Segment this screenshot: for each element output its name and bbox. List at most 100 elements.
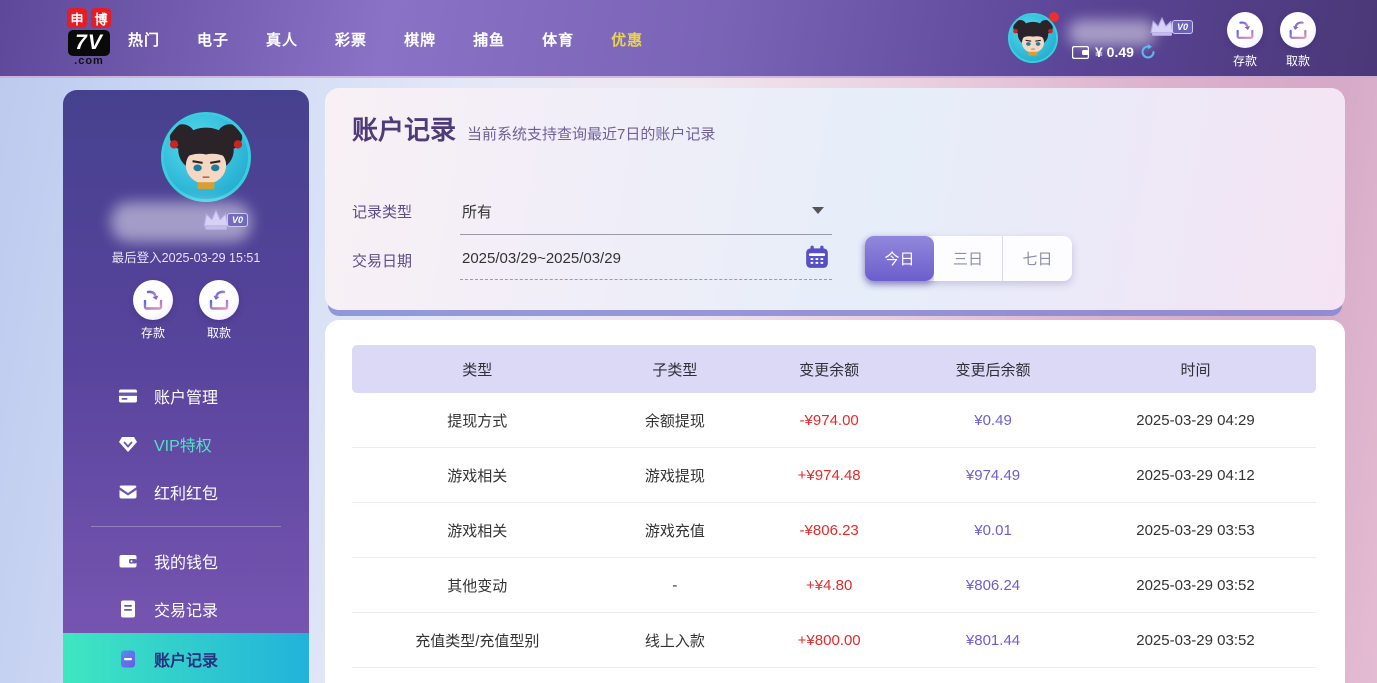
page-header: 账户记录 当前系统支持查询最近7日的账户记录 bbox=[352, 110, 715, 147]
cell-type: 游戏相关 bbox=[352, 465, 603, 486]
nav-item-lottery[interactable]: 彩票 bbox=[335, 29, 367, 50]
date-range-value: 2025/03/29~2025/03/29 bbox=[462, 250, 621, 267]
nav-item-promos[interactable]: 优惠 bbox=[611, 29, 643, 50]
withdraw-icon bbox=[199, 280, 239, 320]
nav-item-fishing[interactable]: 捕鱼 bbox=[473, 29, 505, 50]
sidebar-item-transaction-records[interactable]: 交易记录 bbox=[63, 585, 309, 633]
vip-level: V0 bbox=[1148, 16, 1193, 38]
table-header-row: 类型 子类型 变更余额 变更后余额 时间 bbox=[352, 345, 1316, 393]
sidebar-item-my-wallet[interactable]: 我的钱包 bbox=[63, 537, 309, 585]
calendar-icon[interactable] bbox=[804, 244, 830, 270]
cell-subtype: 游戏提现 bbox=[603, 465, 748, 486]
card-icon bbox=[118, 386, 138, 406]
withdraw-button[interactable]: 取款 bbox=[1280, 12, 1316, 69]
date-range-row: 交易日期 2025/03/29~2025/03/29 bbox=[352, 247, 832, 280]
cell-type: 其他变动 bbox=[352, 575, 603, 596]
last-login-text: 最后登入2025-03-29 15:51 bbox=[63, 247, 309, 266]
sidebar-avatar-image bbox=[164, 115, 248, 199]
date-range-input[interactable]: 2025/03/29~2025/03/29 bbox=[460, 247, 832, 280]
logo-text: 7V bbox=[68, 30, 110, 56]
sidebar-deposit-button[interactable]: 存款 bbox=[133, 280, 173, 341]
header-time: 时间 bbox=[1075, 359, 1316, 380]
main-nav: 热门 电子 真人 彩票 棋牌 捕鱼 体育 优惠 bbox=[128, 0, 643, 78]
refresh-icon[interactable] bbox=[1140, 44, 1156, 60]
balance-amount: ¥ 0.49 bbox=[1095, 44, 1134, 60]
date-range-label: 交易日期 bbox=[352, 247, 460, 271]
table-row: 游戏相关 游戏充值 -¥806.23 ¥0.01 2025-03-29 03:5… bbox=[352, 503, 1316, 558]
account-records-table: 类型 子类型 变更余额 变更后余额 时间 提现方式 余额提现 -¥974.00 … bbox=[352, 345, 1316, 668]
record-type-row: 记录类型 所有 bbox=[352, 198, 832, 235]
cell-type: 充值类型/充值型别 bbox=[352, 630, 603, 651]
sidebar-vip-level: V0 bbox=[201, 208, 248, 232]
nav-item-hot[interactable]: 热门 bbox=[128, 29, 160, 50]
deposit-button[interactable]: 存款 bbox=[1227, 12, 1263, 69]
cell-after: ¥801.44 bbox=[911, 632, 1075, 649]
withdraw-icon bbox=[1280, 12, 1316, 48]
cell-subtype: 余额提现 bbox=[603, 410, 748, 431]
cell-subtype: 线上入款 bbox=[603, 630, 748, 651]
sidebar-item-bonus[interactable]: 红利红包 bbox=[63, 468, 309, 516]
record-type-value: 所有 bbox=[462, 204, 492, 221]
nav-item-slots[interactable]: 电子 bbox=[197, 29, 229, 50]
logo-suffix: .com bbox=[74, 55, 104, 67]
sidebar-menu: 账户管理 VIP特权 红利红包 我的钱包 bbox=[63, 372, 309, 683]
cell-change: +¥4.80 bbox=[747, 577, 911, 594]
cell-time: 2025-03-29 04:29 bbox=[1075, 412, 1316, 429]
cell-change: +¥800.00 bbox=[747, 632, 911, 649]
cell-after: ¥0.49 bbox=[911, 412, 1075, 429]
nav-item-sports[interactable]: 体育 bbox=[542, 29, 574, 50]
quick-button-7days[interactable]: 七日 bbox=[1003, 236, 1072, 281]
sidebar-withdraw-button[interactable]: 取款 bbox=[199, 280, 239, 341]
cell-change: -¥974.00 bbox=[747, 412, 911, 429]
header-change: 变更余额 bbox=[747, 359, 911, 380]
sidebar-item-vip[interactable]: VIP特权 bbox=[63, 420, 309, 468]
record-type-select[interactable]: 所有 bbox=[460, 198, 832, 235]
header-type: 类型 bbox=[352, 359, 603, 380]
document-icon-active bbox=[118, 649, 138, 669]
cell-subtype: - bbox=[603, 577, 748, 594]
cell-time: 2025-03-29 04:12 bbox=[1075, 467, 1316, 484]
nav-item-live[interactable]: 真人 bbox=[266, 29, 298, 50]
table-row: 提现方式 余额提现 -¥974.00 ¥0.49 2025-03-29 04:2… bbox=[352, 393, 1316, 448]
envelope-icon bbox=[118, 482, 138, 502]
cell-time: 2025-03-29 03:52 bbox=[1075, 577, 1316, 594]
cell-after: ¥0.01 bbox=[911, 522, 1075, 539]
menu-divider bbox=[91, 526, 281, 527]
sidebar-item-account-records[interactable]: 账户记录 bbox=[63, 633, 309, 683]
logo-badge-1: 申 bbox=[67, 8, 87, 28]
chevron-down-icon bbox=[812, 207, 824, 214]
sidebar: V0 最后登入2025-03-29 15:51 存款 取款 账户管理 bbox=[63, 90, 309, 683]
wallet-icon bbox=[1072, 46, 1089, 59]
page-subtitle: 当前系统支持查询最近7日的账户记录 bbox=[467, 123, 715, 144]
records-panel: 类型 子类型 变更余额 变更后余额 时间 提现方式 余额提现 -¥974.00 … bbox=[325, 320, 1345, 683]
cell-time: 2025-03-29 03:53 bbox=[1075, 522, 1316, 539]
vip-badge: V0 bbox=[227, 213, 248, 227]
cell-time: 2025-03-29 03:52 bbox=[1075, 632, 1316, 649]
vip-badge: V0 bbox=[1172, 20, 1193, 34]
vip-gem-icon bbox=[118, 434, 138, 454]
table-row: 游戏相关 游戏提现 +¥974.48 ¥974.49 2025-03-29 04… bbox=[352, 448, 1316, 503]
deposit-icon bbox=[1227, 12, 1263, 48]
avatar-image bbox=[1010, 15, 1056, 61]
cell-type: 游戏相关 bbox=[352, 520, 603, 541]
sidebar-avatar bbox=[161, 112, 251, 202]
notification-dot bbox=[1049, 12, 1059, 22]
wallet-balance: ¥ 0.49 bbox=[1072, 44, 1156, 60]
record-type-label: 记录类型 bbox=[352, 198, 460, 222]
cell-after: ¥806.24 bbox=[911, 577, 1075, 594]
sidebar-item-account-management[interactable]: 账户管理 bbox=[63, 372, 309, 420]
deposit-icon bbox=[133, 280, 173, 320]
quick-button-today[interactable]: 今日 bbox=[865, 236, 934, 281]
quick-button-3days[interactable]: 三日 bbox=[934, 236, 1003, 281]
header-after: 变更后余额 bbox=[911, 359, 1075, 380]
table-row: 其他变动 - +¥4.80 ¥806.24 2025-03-29 03:52 bbox=[352, 558, 1316, 613]
cell-subtype: 游戏充值 bbox=[603, 520, 748, 541]
cell-type: 提现方式 bbox=[352, 410, 603, 431]
header-subtype: 子类型 bbox=[603, 359, 748, 380]
cell-after: ¥974.49 bbox=[911, 467, 1075, 484]
document-icon bbox=[118, 599, 138, 619]
table-row: 充值类型/充值型别 线上入款 +¥800.00 ¥801.44 2025-03-… bbox=[352, 613, 1316, 668]
site-logo[interactable]: 申 博 7V .com bbox=[56, 8, 122, 67]
nav-item-chess[interactable]: 棋牌 bbox=[404, 29, 436, 50]
sidebar-quick-actions: 存款 取款 bbox=[63, 280, 309, 341]
